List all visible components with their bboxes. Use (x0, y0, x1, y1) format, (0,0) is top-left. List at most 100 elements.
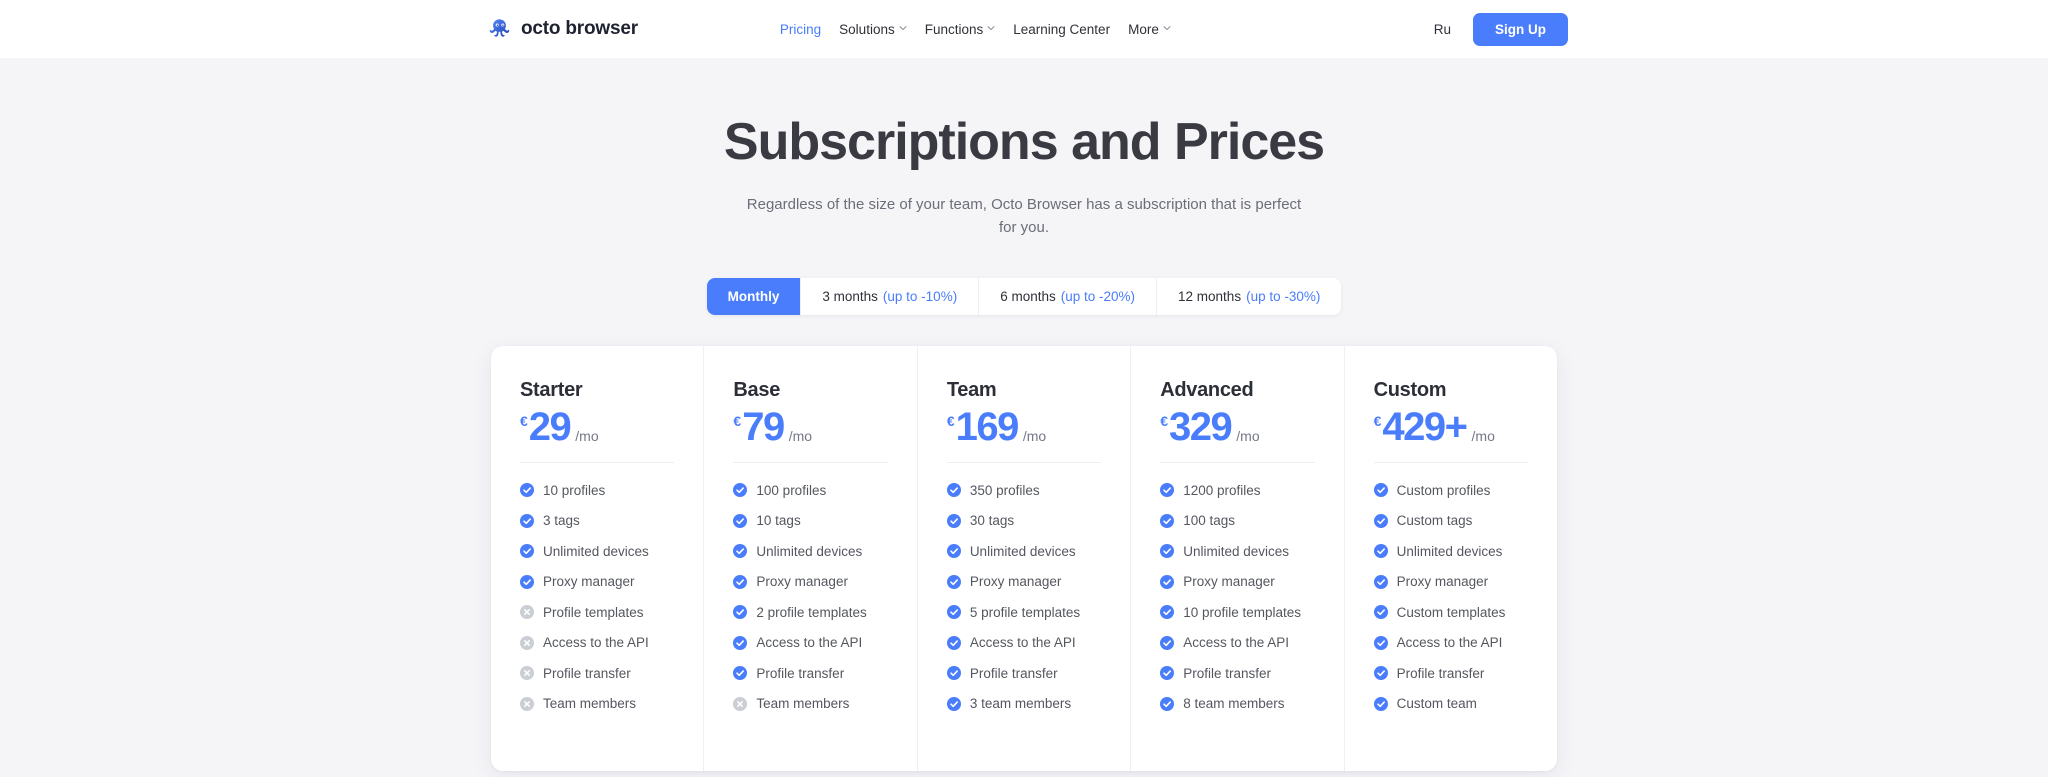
cross-circle-icon (520, 666, 534, 681)
sign-up-button[interactable]: Sign Up (1473, 12, 1568, 46)
billing-tab-discount: (up to -30%) (1246, 288, 1321, 304)
feature-label: Unlimited devices (1396, 543, 1503, 559)
nav-item-solutions[interactable]: Solutions (839, 22, 907, 37)
billing-tab-6-months[interactable]: 6 months (up to -20%) (979, 277, 1158, 315)
feature-label: Profile transfer (969, 665, 1058, 681)
nav-label: Functions (924, 21, 984, 37)
plan-price: €79/mo (733, 404, 887, 449)
feature-item: Access to the API (946, 635, 1101, 650)
check-circle-icon (1373, 513, 1388, 528)
feature-item: 100 profiles (733, 483, 887, 498)
price-amount: 79 (742, 404, 785, 449)
plan-price: €329/mo (1160, 407, 1314, 447)
chevron-down-icon (987, 24, 995, 32)
cross-circle-icon (520, 696, 534, 711)
plan-divider (733, 461, 888, 463)
feature-label: Proxy manager (1396, 574, 1489, 590)
feature-label: 3 team members (969, 696, 1072, 712)
check-circle-icon (1160, 513, 1175, 528)
feature-label: Unlimited devices (756, 543, 863, 559)
plan-name: Custom (1373, 378, 1447, 401)
billing-tab-3-months[interactable]: 3 months (up to -10%) (801, 277, 980, 315)
check-circle-icon (946, 544, 961, 559)
billing-tab-monthly[interactable]: Monthly (706, 277, 802, 315)
check-circle-icon (946, 666, 961, 681)
plan-divider (1373, 461, 1529, 463)
check-circle-icon (946, 574, 961, 589)
price-period: /mo (1471, 427, 1495, 444)
feature-item: 350 profiles (946, 482, 1101, 498)
feature-item: Unlimited devices (520, 544, 674, 559)
feature-item: 1200 profiles (1160, 483, 1314, 498)
check-circle-icon (1160, 696, 1175, 711)
feature-label: Unlimited devices (543, 543, 649, 559)
check-circle-icon (1373, 635, 1388, 650)
price-period: /mo (1236, 427, 1260, 444)
billing-tab-12-months[interactable]: 12 months (up to -30%) (1157, 278, 1341, 315)
check-circle-icon (733, 574, 748, 589)
plan-column-team: Team €169/mo 350 profiles 30 tags Unlimited … (918, 345, 1132, 771)
feature-label: Proxy manager (1183, 574, 1275, 590)
feature-item: Proxy manager (946, 574, 1101, 590)
check-circle-icon (733, 635, 748, 650)
plan-price: €29/mo (520, 404, 674, 449)
feature-item: Custom team (1373, 696, 1528, 711)
cross-circle-icon (520, 635, 534, 650)
feature-label: Unlimited devices (969, 543, 1076, 559)
feature-item: Proxy manager (520, 574, 674, 589)
plan-name: Advanced (1160, 378, 1254, 401)
plan-name: Team (946, 378, 997, 401)
feature-item: 10 profiles (520, 483, 674, 498)
feature-item: Proxy manager (733, 574, 887, 589)
feature-item: Access to the API (733, 635, 887, 650)
check-circle-icon (1373, 666, 1388, 681)
feature-item: Access to the API (1373, 635, 1528, 651)
feature-label: 10 profiles (543, 482, 606, 498)
check-circle-icon (1160, 483, 1175, 498)
feature-item: Access to the API (520, 635, 674, 650)
feature-label: Proxy manager (543, 574, 635, 590)
feature-label: 1200 profiles (1183, 482, 1261, 498)
billing-tab-label: 3 months (822, 288, 878, 304)
feature-item: Proxy manager (1373, 574, 1528, 590)
check-circle-icon (733, 513, 748, 528)
feature-item: Team members (520, 696, 674, 711)
price-amount: 29 (528, 404, 572, 449)
octopus-logo-icon (487, 16, 513, 42)
feature-label: Access to the API (543, 635, 649, 651)
feature-label: Unlimited devices (1183, 543, 1290, 559)
feature-label: 350 profiles (969, 482, 1040, 498)
feature-label: Access to the API (1183, 635, 1290, 651)
feature-label: 2 profile templates (756, 604, 867, 620)
language-switcher[interactable]: Ru (1434, 22, 1451, 37)
plan-price: €169/mo (947, 407, 1101, 447)
feature-item: 100 tags (1160, 513, 1314, 528)
check-circle-icon (1160, 605, 1175, 620)
check-circle-icon (946, 483, 961, 498)
nav-item-functions[interactable]: Functions (925, 22, 996, 37)
plan-column-advanced: Advanced €329/mo 1200 profiles 100 tags Unli… (1131, 345, 1345, 771)
nav-item-learning-center[interactable]: Learning Center (1013, 22, 1110, 37)
billing-tab-label: 12 months (1178, 288, 1242, 304)
feature-item: Profile transfer (946, 665, 1101, 681)
feature-label: Profile transfer (1183, 665, 1272, 681)
feature-label: Profile transfer (1396, 665, 1485, 681)
feature-item: 2 profile templates (733, 605, 887, 620)
feature-label: Access to the API (1396, 635, 1503, 651)
check-circle-icon (733, 544, 748, 559)
cross-circle-icon (520, 605, 534, 620)
brand-logo-link[interactable]: octo browser (487, 16, 638, 42)
feature-list: 10 profiles 3 tags Unlimited devices Proxy … (520, 483, 674, 711)
feature-label: Profile templates (543, 604, 644, 620)
feature-label: Team members (543, 696, 637, 712)
check-circle-icon (520, 513, 534, 528)
check-circle-icon (1373, 574, 1388, 589)
feature-label: Proxy manager (969, 574, 1062, 590)
plan-column-custom: Custom €429+/mo Custom profiles Custom tags… (1345, 346, 1557, 771)
feature-list: 100 profiles 10 tags Unlimited devices Prox… (733, 483, 887, 711)
feature-list: 1200 profiles 100 tags Unlimited devices Pr… (1160, 483, 1314, 711)
billing-tab-label: 6 months (1000, 288, 1056, 304)
nav-item-more[interactable]: More (1128, 22, 1171, 37)
chevron-down-icon (1163, 24, 1171, 32)
nav-item-pricing[interactable]: Pricing (780, 22, 821, 37)
